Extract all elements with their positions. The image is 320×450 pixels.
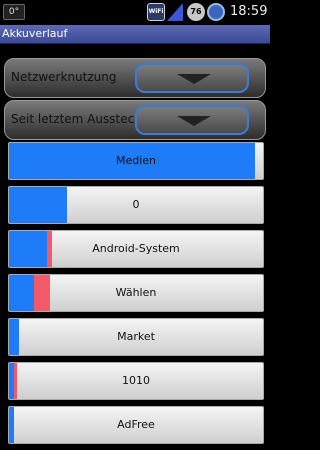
signal-icon <box>167 3 183 21</box>
notification-icon: 0° <box>3 4 25 20</box>
app-name: Medien <box>115 154 157 167</box>
usage-row-1010[interactable]: 1010 <box>8 362 264 400</box>
clock: 18:59 <box>230 4 268 19</box>
wifi-label: WiFi <box>148 8 164 15</box>
usage-row-android-system[interactable]: Android-System <box>8 230 264 268</box>
usage-row-adfree[interactable]: AdFree <box>8 406 264 444</box>
wifi-icon: WiFi <box>147 3 165 21</box>
app-name: Wählen <box>115 286 157 299</box>
chevron-down-icon <box>177 116 211 126</box>
usage-row-medien[interactable]: Medien <box>8 142 264 180</box>
usage-row-0[interactable]: 0 <box>8 186 264 224</box>
dropdown-button[interactable] <box>135 105 249 135</box>
status-bar: 0° WiFi 76 18:59 <box>0 0 270 25</box>
dropdown-label: Netzwerknutzung <box>11 70 117 84</box>
app-name: 1010 <box>122 374 150 387</box>
app-name: Market <box>117 330 155 343</box>
usage-row-market[interactable]: Market <box>8 318 264 356</box>
usage-type-dropdown[interactable]: Netzwerknutzung <box>4 58 266 98</box>
app-name: AdFree <box>117 418 155 431</box>
chevron-down-icon <box>177 74 211 84</box>
battery-icon: 76 <box>187 3 205 21</box>
battery-history-content: Netzwerknutzung Seit letztem Ausstecken … <box>0 45 270 450</box>
app-name: Android-System <box>92 242 180 255</box>
time-range-dropdown[interactable]: Seit letztem Ausstecken <box>4 100 266 140</box>
app-name: 0 <box>132 198 140 211</box>
dropdown-button[interactable] <box>135 63 249 93</box>
dropdown-label: Seit letztem Ausstecken <box>11 112 156 126</box>
page-title: Akkuverlauf <box>2 27 68 40</box>
usage-row-waehlen[interactable]: Wählen <box>8 274 264 312</box>
title-bar: Akkuverlauf <box>0 25 270 44</box>
app-status-icon <box>207 3 225 21</box>
